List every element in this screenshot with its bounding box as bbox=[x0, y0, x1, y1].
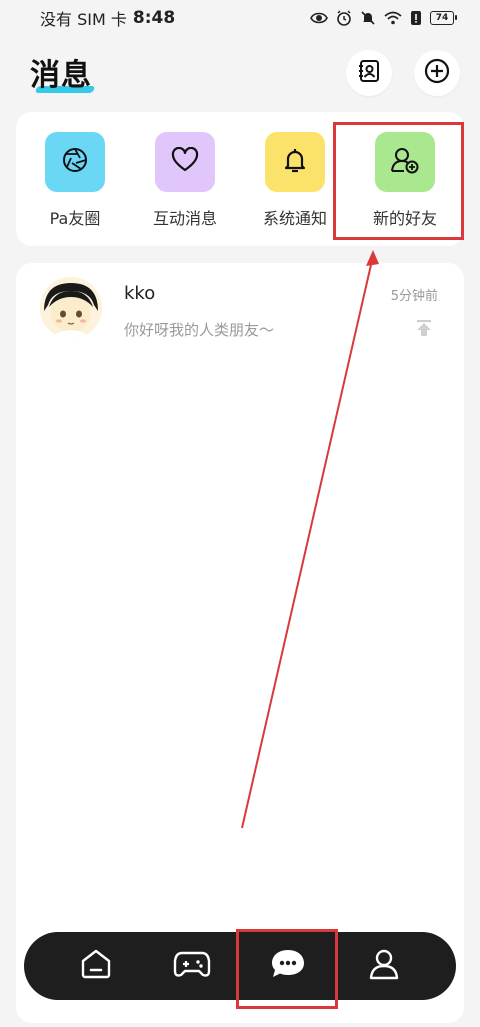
contacts-button[interactable] bbox=[346, 50, 392, 96]
add-friend-icon bbox=[390, 146, 420, 178]
quick-action-new-friends[interactable]: 新的好友 bbox=[355, 132, 455, 229]
alarm-icon bbox=[336, 10, 352, 26]
nav-profile[interactable] bbox=[344, 932, 424, 1000]
plus-circle-icon bbox=[423, 57, 451, 89]
quick-label-new-friends: 新的好友 bbox=[372, 209, 437, 228]
quick-icon-tile bbox=[155, 132, 215, 192]
nav-home[interactable] bbox=[56, 932, 136, 1000]
contacts-book-icon bbox=[356, 58, 382, 88]
carrier-text: 没有 SIM 卡 bbox=[40, 10, 127, 29]
profile-icon bbox=[367, 947, 401, 985]
quick-action-interactions[interactable]: 互动消息 bbox=[135, 132, 235, 229]
status-bar: 没有 SIM 卡 8:48 74 bbox=[0, 0, 480, 36]
mute-icon bbox=[360, 10, 376, 26]
nav-games[interactable] bbox=[152, 932, 232, 1000]
battery-icon: 74 bbox=[430, 11, 457, 25]
avatar bbox=[40, 277, 102, 339]
add-button[interactable] bbox=[414, 50, 460, 96]
quick-label-moments: Pa友圈 bbox=[49, 209, 101, 228]
eye-icon bbox=[310, 11, 328, 25]
page-title: 消息 bbox=[30, 58, 92, 93]
bottom-nav bbox=[24, 932, 456, 1000]
camera-aperture-icon bbox=[61, 146, 89, 178]
quick-action-moments[interactable]: Pa友圈 bbox=[25, 132, 125, 229]
wifi-icon bbox=[384, 11, 402, 25]
nav-messages[interactable] bbox=[248, 932, 328, 1000]
quick-icon-tile bbox=[265, 132, 325, 192]
header: 消息 bbox=[0, 44, 480, 104]
pin-to-top-icon[interactable] bbox=[416, 319, 432, 341]
quick-icon-tile bbox=[375, 132, 435, 192]
quick-label-interactions: 互动消息 bbox=[152, 209, 217, 228]
clock: 8:48 bbox=[132, 8, 176, 28]
bell-icon bbox=[281, 146, 309, 178]
gamepad-icon bbox=[173, 949, 211, 983]
chat-name: kko bbox=[124, 283, 156, 304]
quick-icon-tile bbox=[45, 132, 105, 192]
heart-icon bbox=[171, 146, 199, 177]
home-icon bbox=[79, 947, 113, 985]
quick-action-notifications[interactable]: 系统通知 bbox=[245, 132, 345, 229]
quick-label-notifications: 系统通知 bbox=[262, 209, 327, 228]
chat-timestamp: 5分钟前 bbox=[390, 289, 438, 304]
chat-preview: 你好呀我的人类朋友～ bbox=[124, 321, 275, 339]
quick-actions-card: Pa友圈 互动消息 系统通知 新的好友 bbox=[16, 112, 464, 246]
chat-row[interactable]: kko 你好呀我的人类朋友～ 5分钟前 bbox=[16, 263, 464, 353]
chat-list: kko 你好呀我的人类朋友～ 5分钟前 bbox=[16, 263, 464, 1023]
sim-alert-icon bbox=[410, 10, 422, 26]
message-icon bbox=[269, 947, 307, 985]
